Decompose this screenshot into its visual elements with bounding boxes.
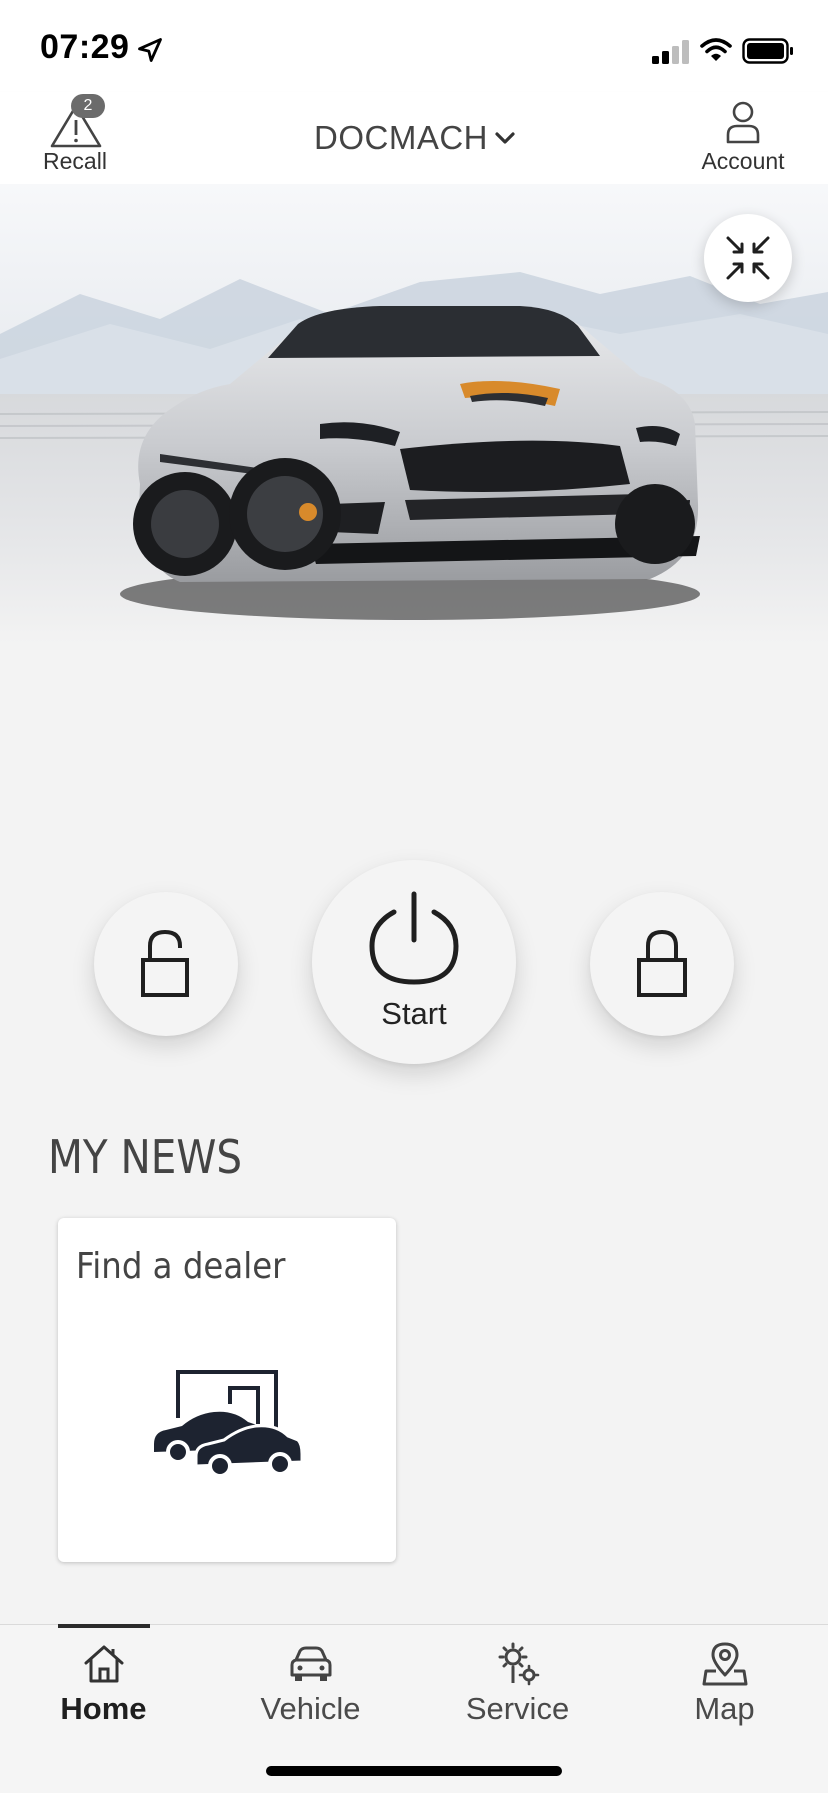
home-indicator[interactable] — [266, 1766, 562, 1776]
tab-label: Home — [60, 1691, 147, 1726]
recall-label: Recall — [43, 148, 107, 174]
home-icon — [84, 1645, 124, 1683]
news-section-title: MY NEWS — [48, 1130, 243, 1184]
app-header: 2 Recall DOCMACH Account — [0, 92, 828, 185]
recall-count-badge: 2 — [71, 94, 105, 118]
map-pin-icon — [702, 1642, 748, 1686]
tab-home[interactable]: Home — [0, 1624, 207, 1735]
start-button[interactable]: Start — [312, 860, 516, 1064]
unlock-icon — [141, 929, 189, 997]
find-dealer-card[interactable]: Find a dealer — [58, 1218, 396, 1562]
tab-label: Service — [465, 1691, 570, 1726]
car-icon — [290, 1646, 332, 1681]
unlock-button[interactable] — [94, 892, 238, 1036]
collapse-arrows-icon — [726, 236, 770, 280]
vehicle-hero-image — [0, 184, 828, 644]
location-arrow-icon — [138, 38, 162, 62]
service-gears-icon — [498, 1642, 540, 1686]
vehicle-selector[interactable]: DOCMACH — [300, 118, 530, 158]
power-icon — [369, 891, 459, 985]
tab-map[interactable]: Map — [621, 1625, 828, 1735]
lock-button[interactable] — [590, 892, 734, 1036]
signal-icon — [652, 40, 689, 64]
wifi-icon — [700, 38, 732, 61]
tab-label: Map — [694, 1691, 755, 1726]
status-bar: 07:29 — [0, 0, 828, 92]
active-tab-indicator — [58, 1624, 150, 1628]
person-icon — [726, 101, 760, 144]
tab-vehicle[interactable]: Vehicle — [207, 1625, 414, 1735]
chevron-down-icon — [495, 132, 515, 144]
lock-icon — [637, 929, 687, 997]
collapse-button[interactable] — [704, 214, 792, 302]
recall-button[interactable]: 2 Recall — [30, 92, 120, 184]
start-label: Start — [381, 996, 447, 1031]
account-button[interactable]: Account — [688, 92, 798, 184]
account-label: Account — [701, 148, 785, 174]
status-time: 07:29 — [40, 28, 130, 66]
tab-label: Vehicle — [260, 1691, 361, 1726]
tab-service[interactable]: Service — [414, 1625, 621, 1735]
news-card-title: Find a dealer — [76, 1246, 286, 1287]
battery-icon — [742, 38, 793, 64]
vehicle-name: DOCMACH — [314, 119, 488, 156]
dealer-icon — [154, 1370, 302, 1478]
